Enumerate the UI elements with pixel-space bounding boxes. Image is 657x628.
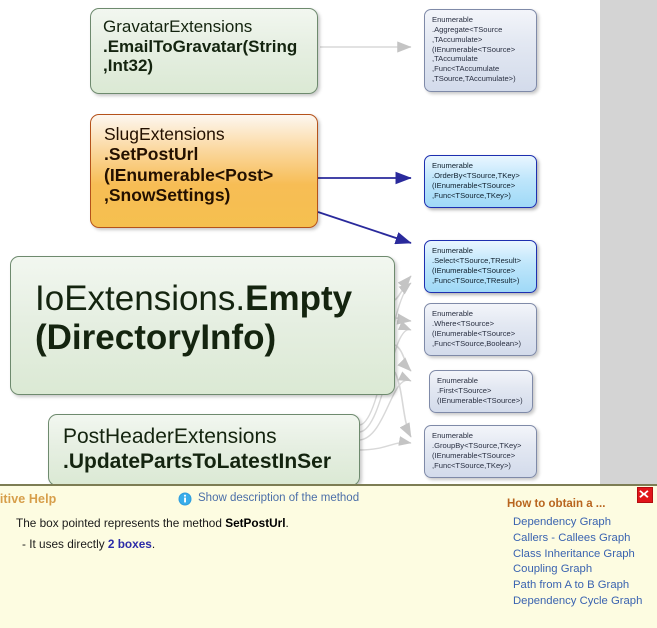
how-to-obtain-title: How to obtain a ... (507, 498, 606, 510)
link-dependency-graph[interactable]: Dependency Graph (513, 515, 642, 531)
help-uses-suffix: . (151, 537, 156, 551)
node-line: .UpdatePartsToLatestInSer (63, 450, 332, 474)
lib-line: ,Func<TSource,TKey>) (432, 190, 511, 200)
how-to-obtain-links: Dependency Graph Callers - Callees Graph… (513, 515, 642, 610)
help-panel-title: ensitive Help (0, 492, 57, 506)
lib-line: Enumerable (432, 15, 473, 24)
lib-line: .First<TSource> (437, 385, 492, 395)
lib-line: .Where<TSource> (432, 318, 495, 328)
node-text-plain: IoExtensions. (35, 279, 246, 318)
lib-line: ,Func<TSource,TKey>) (432, 460, 511, 470)
lib-line: .OrderBy<TSource,TKey> (432, 170, 520, 180)
lib-line: (IEnumerable<TSource> (432, 328, 516, 338)
lib-line: ,TSource,TAccumulate>) (432, 74, 516, 84)
node-line: (IEnumerable<Post> (104, 164, 274, 185)
help-description-method: SetPostUrl (225, 516, 286, 530)
node-line-2: (DirectoryInfo) (35, 318, 277, 358)
enumerable-aggregate-node[interactable]: Enumerable .Aggregate<TSource ,TAccumula… (424, 9, 537, 92)
enumerable-groupby-node[interactable]: Enumerable .GroupBy<TSource,TKey> (IEnum… (424, 425, 537, 478)
enumerable-select-node[interactable]: Enumerable .Select<TSource,TResult> (IEn… (424, 240, 537, 293)
lib-line: Enumerable (437, 376, 478, 385)
lib-line: Enumerable (432, 431, 473, 440)
help-uses-prefix: - It uses directly (22, 537, 108, 551)
node-line: GravatarExtensions (103, 17, 253, 36)
help-description-prefix: The box pointed represents the method (16, 516, 226, 530)
link-path-from-a-to-b-graph[interactable]: Path from A to B Graph (513, 578, 642, 594)
lib-line: ,Func<TSource,Boolean>) (432, 338, 522, 348)
link-class-inheritance-graph[interactable]: Class Inheritance Graph (513, 547, 642, 563)
node-line: ,Int32) (103, 56, 154, 76)
ndepend-graph-window: GravatarExtensions .EmailToGravatar(Stri… (0, 0, 657, 628)
lib-line: ,Func<TSource,TResult>) (432, 275, 520, 285)
node-line: PostHeaderExtensions (63, 425, 277, 448)
slug-extensions-node[interactable]: SlugExtensions .SetPostUrl (IEnumerable<… (90, 114, 318, 228)
node-text-bold: Empty (245, 279, 353, 318)
lib-line: .Select<TSource,TResult> (432, 255, 522, 265)
lib-line: (IEnumerable<TSource>) (437, 395, 523, 405)
lib-line: (IEnumerable<TSource> (432, 450, 516, 460)
lib-line: (IEnumerable<TSource> (432, 265, 516, 275)
node-line: ,SnowSettings) (104, 185, 231, 206)
help-description-line: The box pointed represents the method Se… (16, 516, 289, 530)
io-extensions-node[interactable]: IoExtensions.Empty (DirectoryInfo) (10, 256, 395, 395)
lib-line: ,TAccumulate (432, 54, 478, 64)
help-uses-line: - It uses directly 2 boxes. (22, 537, 155, 551)
uses-boxes-link[interactable]: 2 boxes (108, 537, 152, 551)
lib-line: (IEnumerable<TSource> (432, 180, 516, 190)
help-description-suffix: . (285, 516, 289, 530)
lib-line: (IEnumerable<TSource> (432, 44, 516, 54)
node-line: .EmailToGravatar(String (103, 36, 298, 56)
lib-line: Enumerable (432, 246, 473, 255)
node-line-1: IoExtensions.Empty (35, 279, 380, 318)
lib-line: .Aggregate<TSource (432, 24, 503, 34)
lib-line: ,TAccumulate> (432, 34, 483, 44)
enumerable-where-node[interactable]: Enumerable .Where<TSource> (IEnumerable<… (424, 303, 537, 356)
link-dependency-cycle-graph[interactable]: Dependency Cycle Graph (513, 594, 642, 610)
show-description-link[interactable]: Show description of the method (198, 492, 359, 504)
lib-line: ,Func<TAccumulate (432, 64, 500, 74)
info-circle-icon (178, 492, 192, 506)
close-icon[interactable] (637, 487, 653, 503)
enumerable-orderby-node[interactable]: Enumerable .OrderBy<TSource,TKey> (IEnum… (424, 155, 537, 208)
node-line: SlugExtensions (104, 124, 225, 144)
lib-line: Enumerable (432, 309, 473, 318)
link-callers-callees-graph[interactable]: Callers - Callees Graph (513, 531, 642, 547)
link-coupling-graph[interactable]: Coupling Graph (513, 562, 642, 578)
right-gutter-panel (600, 0, 657, 484)
graph-canvas[interactable]: GravatarExtensions .EmailToGravatar(Stri… (0, 0, 657, 484)
node-line: .SetPostUrl (104, 144, 199, 165)
gravatar-extensions-node[interactable]: GravatarExtensions .EmailToGravatar(Stri… (90, 8, 318, 94)
enumerable-first-node[interactable]: Enumerable .First<TSource> (IEnumerable<… (429, 370, 533, 413)
post-header-extensions-node[interactable]: PostHeaderExtensions .UpdatePartsToLates… (48, 414, 360, 484)
lib-line: Enumerable (432, 161, 473, 170)
lib-line: .GroupBy<TSource,TKey> (432, 440, 522, 450)
